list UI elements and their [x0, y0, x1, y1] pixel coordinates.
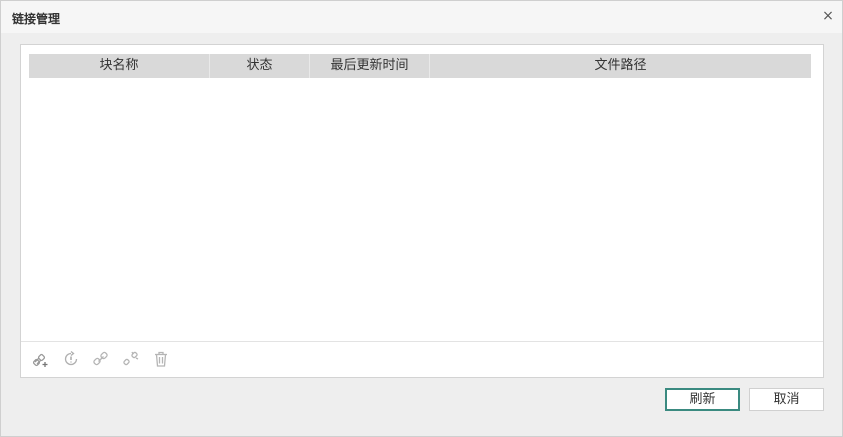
column-header-last-updated[interactable]: 最后更新时间 — [310, 54, 430, 78]
link-icon[interactable] — [92, 350, 110, 368]
link-manager-dialog: 链接管理 × 块名称 状态 最后更新时间 文件路径 刷新 取消 — [0, 0, 843, 437]
unlink-icon[interactable] — [122, 350, 140, 368]
delete-icon[interactable] — [152, 350, 170, 368]
add-link-icon[interactable] — [32, 350, 50, 368]
link-list-panel: 块名称 状态 最后更新时间 文件路径 — [20, 44, 824, 378]
table-header: 块名称 状态 最后更新时间 文件路径 — [29, 54, 811, 78]
link-toolbar — [21, 341, 823, 377]
table-body[interactable] — [29, 78, 811, 340]
close-icon[interactable]: × — [819, 7, 837, 25]
title-bar: 链接管理 × — [1, 1, 842, 33]
column-header-status[interactable]: 状态 — [210, 54, 310, 78]
column-header-block-name[interactable]: 块名称 — [29, 54, 210, 78]
cancel-button[interactable]: 取消 — [749, 388, 824, 411]
reload-link-icon[interactable] — [62, 350, 80, 368]
column-header-file-path[interactable]: 文件路径 — [430, 54, 811, 78]
refresh-button[interactable]: 刷新 — [665, 388, 740, 411]
dialog-title: 链接管理 — [12, 12, 61, 26]
